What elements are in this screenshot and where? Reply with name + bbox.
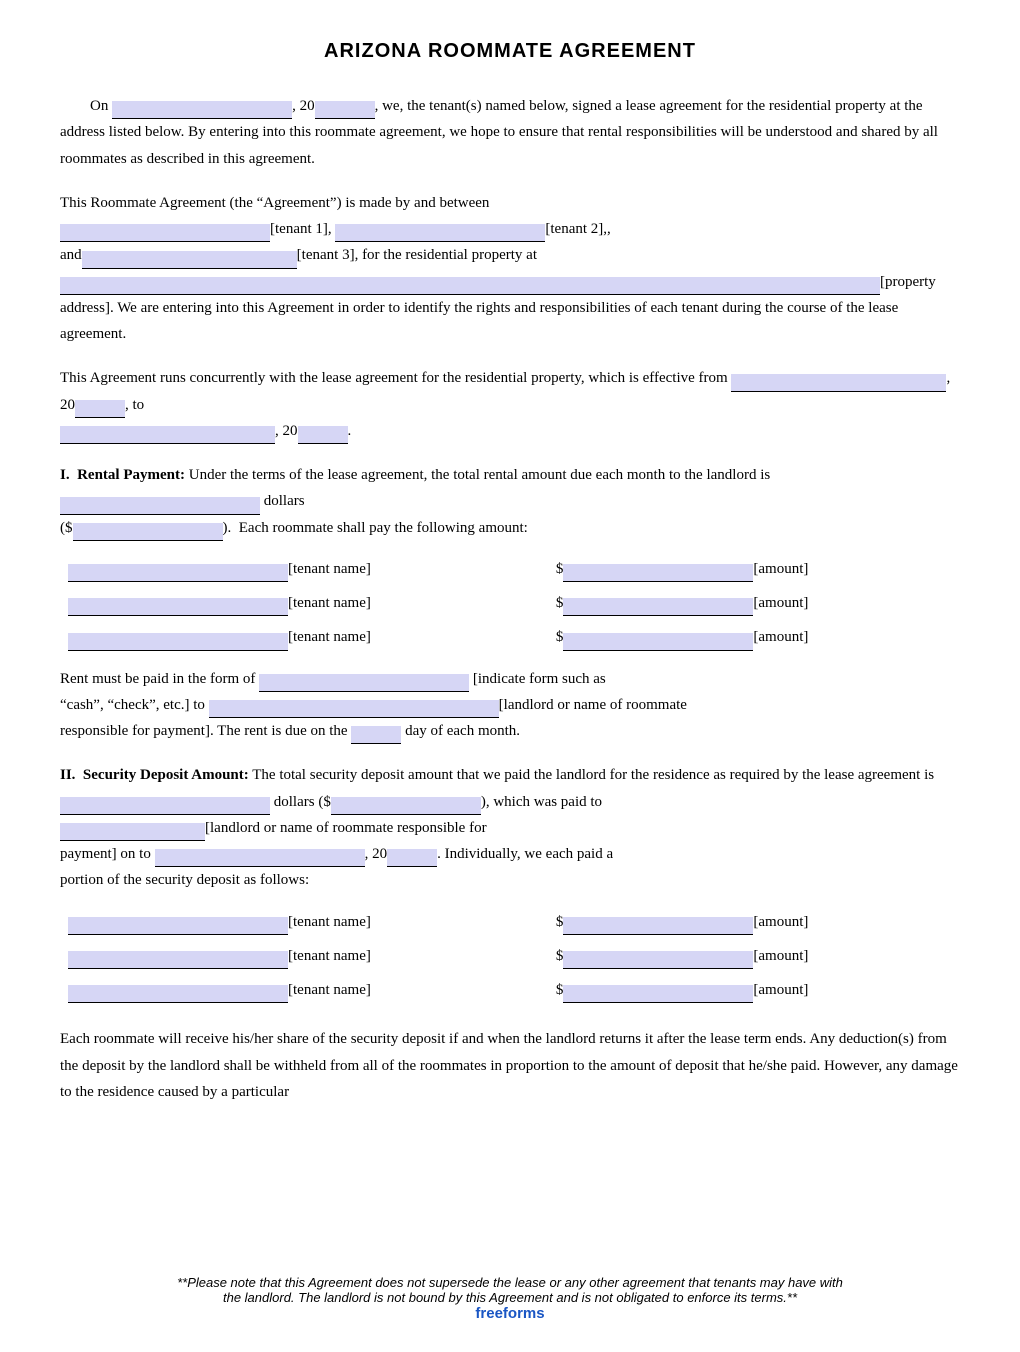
property-address-label: address]. We are entering into this Agre… — [60, 300, 898, 342]
security-section-num: II. Security Deposit Amount: — [60, 767, 249, 783]
rental-dollar-field[interactable] — [73, 523, 223, 541]
rental-tenant2-amount-field[interactable] — [563, 598, 753, 616]
effective-section: This Agreement runs concurrently with th… — [60, 365, 960, 444]
rental-section-num: I. Rental Payment: — [60, 467, 185, 483]
rental-tenant3-amount-field[interactable] — [563, 633, 753, 651]
security-tenant2-name-field[interactable] — [68, 951, 288, 969]
effective-to-field[interactable] — [60, 426, 275, 444]
rental-tenant1-amount-field[interactable] — [563, 564, 753, 582]
closing-section: Each roommate will receive his/her share… — [60, 1026, 960, 1105]
parties-intro: This Roommate Agreement (the “Agreement”… — [60, 195, 489, 211]
and-label: and — [60, 247, 82, 263]
security-tenant3-label: [tenant name] — [288, 982, 371, 998]
property-field[interactable] — [60, 277, 880, 295]
security-tenant1-name-field[interactable] — [68, 917, 288, 935]
security-section: II. Security Deposit Amount: The total s… — [60, 762, 960, 1008]
security-tenant2-amount-field[interactable] — [563, 951, 753, 969]
property-bracket: [property — [880, 274, 936, 290]
tenant3-label: [tenant 3], for the residential property… — [297, 247, 537, 263]
security-tenant2-label: [tenant name] — [288, 948, 371, 964]
security-year-field[interactable] — [387, 849, 437, 867]
freeforms-brand: freeforms — [60, 1305, 960, 1322]
security-date-field[interactable] — [155, 849, 365, 867]
security-amount-field[interactable] — [60, 797, 270, 815]
intro-year-field[interactable] — [315, 101, 375, 119]
table-row: [tenant name] $ [amount] — [62, 906, 958, 938]
footer-line2: the landlord. The landlord is not bound … — [60, 1290, 960, 1305]
security-tenant1-amount-field[interactable] — [563, 917, 753, 935]
table-row: [tenant name] $ [amount] — [62, 587, 958, 619]
parties-section: This Roommate Agreement (the “Agreement”… — [60, 190, 960, 348]
security-tenant3-amount-field[interactable] — [563, 985, 753, 1003]
tenant1-label: [tenant 1], — [270, 221, 335, 237]
rental-tenant1-amount-label: [amount] — [753, 561, 808, 577]
rental-tenant2-label: [tenant name] — [288, 595, 371, 611]
tenant2-field[interactable] — [335, 224, 545, 242]
tenant1-field[interactable] — [60, 224, 270, 242]
table-row: [tenant name] $ [amount] — [62, 553, 958, 585]
rental-tenant3-name-field[interactable] — [68, 633, 288, 651]
intro-section: On , 20 , we, the tenant(s) named below,… — [60, 93, 960, 172]
rental-tenant-table: [tenant name] $ [amount] [tenant name] $… — [60, 551, 960, 656]
rental-tenant1-label: [tenant name] — [288, 561, 371, 577]
rental-tenant3-amount-label: [amount] — [753, 629, 808, 645]
rental-tenant1-name-field[interactable] — [68, 564, 288, 582]
intro-date-field[interactable] — [112, 101, 292, 119]
security-landlord-field[interactable] — [60, 823, 205, 841]
security-tenant1-amount-label: [amount] — [753, 914, 808, 930]
table-row: [tenant name] $ [amount] — [62, 974, 958, 1006]
security-tenant3-name-field[interactable] — [68, 985, 288, 1003]
intro-on-label: On — [60, 98, 112, 114]
tenant2-label: [tenant 2],, — [545, 221, 610, 237]
rent-due-day-field[interactable] — [351, 726, 401, 744]
rental-section: I. Rental Payment: Under the terms of th… — [60, 462, 960, 744]
rental-tenant2-amount-label: [amount] — [753, 595, 808, 611]
security-tenant3-amount-label: [amount] — [753, 982, 808, 998]
rental-tenant2-name-field[interactable] — [68, 598, 288, 616]
rent-form-field[interactable] — [259, 674, 469, 692]
footer: **Please note that this Agreement does n… — [60, 1275, 960, 1322]
table-row: [tenant name] $ [amount] — [62, 940, 958, 972]
rent-to-field[interactable] — [209, 700, 499, 718]
security-tenant-table: [tenant name] $ [amount] [tenant name] $… — [60, 904, 960, 1009]
security-tenant1-label: [tenant name] — [288, 914, 371, 930]
security-tenant2-amount-label: [amount] — [753, 948, 808, 964]
rental-amount-field[interactable] — [60, 497, 260, 515]
footer-line1: **Please note that this Agreement does n… — [60, 1275, 960, 1290]
effective-to-year-field[interactable] — [298, 426, 348, 444]
rental-tenant3-label: [tenant name] — [288, 629, 371, 645]
table-row: [tenant name] $ [amount] — [62, 621, 958, 653]
effective-from-year-field[interactable] — [75, 400, 125, 418]
effective-from-field[interactable] — [731, 374, 946, 392]
security-dollar-field[interactable] — [331, 797, 481, 815]
tenant3-field[interactable] — [82, 251, 297, 269]
page-title: ARIZONA ROOMMATE AGREEMENT — [60, 40, 960, 63]
